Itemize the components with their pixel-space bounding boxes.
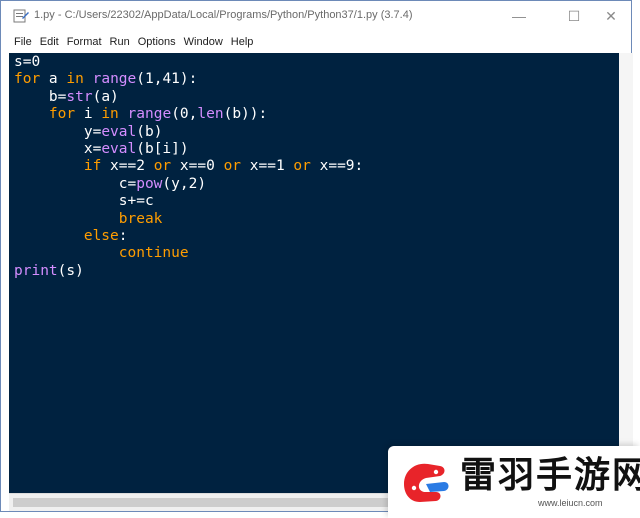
code-token: i (75, 106, 102, 123)
code-token: c= (14, 175, 137, 192)
code-keyword: in (66, 71, 84, 88)
menu-file[interactable]: File (14, 36, 32, 48)
code-keyword: or (223, 158, 242, 175)
code-builtin: len (197, 106, 224, 123)
code-token: (b) (136, 123, 163, 140)
code-token: (a) (92, 88, 119, 105)
maximize-icon: ☐ (567, 7, 581, 24)
code-keyword: or (153, 158, 172, 175)
code-line[interactable]: s+=c (14, 193, 363, 210)
code-token: y= (14, 123, 102, 140)
code-line[interactable]: print(s) (14, 263, 363, 280)
game-controller-logo-icon (404, 463, 449, 502)
code-token: a (40, 71, 67, 88)
code-line[interactable]: b=str(a) (14, 89, 363, 106)
close-button[interactable]: ✕ (589, 1, 633, 31)
code-line[interactable]: for a in range(1,41): (14, 71, 363, 88)
minimize-button[interactable]: — (497, 1, 541, 31)
code-line[interactable]: for i in range(0,len(b)): (14, 106, 363, 123)
close-icon: ✕ (605, 7, 617, 24)
watermark-url: www.leiucn.com (538, 498, 603, 508)
code-line[interactable]: c=pow(y,2) (14, 176, 363, 193)
code-token: (0, (171, 106, 198, 123)
code-token: x==2 (101, 158, 154, 175)
code-line[interactable]: else: (14, 228, 363, 245)
idle-file-icon (13, 9, 29, 23)
title-bar[interactable]: 1.py - C:/Users/22302/AppData/Local/Prog… (1, 1, 631, 31)
menu-options[interactable]: Options (138, 36, 176, 48)
code-line[interactable]: x=eval(b[i]) (14, 141, 363, 158)
code-builtin: eval (101, 140, 137, 157)
menu-run[interactable]: Run (110, 36, 130, 48)
code-line[interactable]: break (14, 211, 363, 228)
code-keyword: continue (118, 245, 189, 262)
code-token: b= (14, 88, 67, 105)
minimize-icon: — (512, 8, 526, 24)
menu-format[interactable]: Format (67, 36, 102, 48)
code-token: s=0 (14, 54, 41, 70)
menu-edit[interactable]: Edit (40, 36, 59, 48)
code-token: (s) (57, 262, 84, 279)
code-token: (b)): (223, 106, 268, 123)
code-keyword: or (293, 158, 311, 175)
menu-help[interactable]: Help (231, 36, 254, 48)
window-title: 1.py - C:/Users/22302/AppData/Local/Prog… (34, 9, 413, 21)
code-editor[interactable]: s=0 for a in range(1,41): b=str(a) for i … (9, 53, 619, 493)
code-token: x==9: (310, 158, 364, 175)
code-line[interactable]: if x==2 or x==0 or x==1 or x==9: (14, 158, 363, 175)
code-line[interactable]: y=eval(b) (14, 124, 363, 141)
code-builtin: range (127, 106, 172, 123)
menu-window[interactable]: Window (184, 36, 223, 48)
code-builtin: pow (136, 175, 163, 192)
code-line[interactable]: continue (14, 245, 363, 262)
idle-editor-window: 1.py - C:/Users/22302/AppData/Local/Prog… (0, 0, 633, 513)
site-watermark: 雷羽手游网 www.leiucn.com (388, 446, 640, 518)
code-token: x==1 (241, 158, 294, 175)
code-keyword: break (118, 210, 163, 227)
code-token: (1,41): (136, 71, 198, 88)
code-keyword: else (83, 227, 119, 244)
code-token: : (118, 227, 128, 244)
code-builtin: eval (101, 123, 137, 140)
code-token: (y,2) (162, 175, 207, 192)
editor-right-edge (619, 53, 633, 513)
code-token: s+=c (14, 193, 154, 210)
code-token: x= (14, 140, 102, 157)
code-text[interactable]: s=0 for a in range(1,41): b=str(a) for i … (14, 54, 363, 280)
code-keyword: for (14, 71, 41, 88)
code-line[interactable]: s=0 (14, 54, 363, 71)
watermark-title: 雷羽手游网 (460, 455, 640, 496)
code-builtin: range (92, 71, 137, 88)
code-keyword: for (48, 106, 76, 123)
code-keyword: if (83, 158, 102, 175)
code-builtin: str (66, 88, 93, 105)
menu-bar: File Edit Format Run Options Window Help (1, 32, 631, 52)
code-token: x==0 (171, 158, 224, 175)
code-keyword: in (101, 106, 119, 123)
code-builtin: print (14, 262, 58, 279)
scrollbar-thumb[interactable] (13, 498, 393, 507)
code-token: (b[i]) (136, 140, 189, 157)
